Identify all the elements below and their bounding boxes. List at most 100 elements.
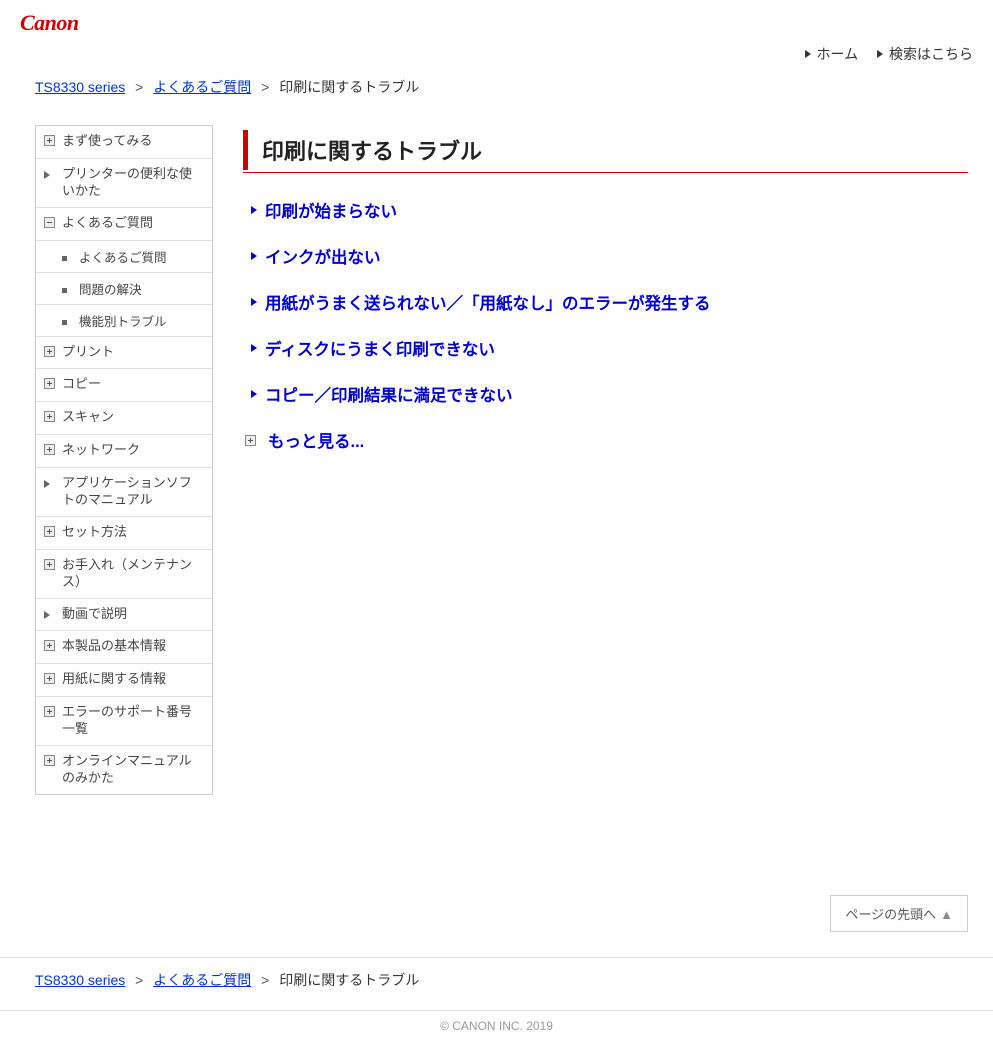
home-link-label: ホーム — [817, 46, 859, 62]
topic-link[interactable]: インクが出ない — [251, 244, 968, 268]
topic-list: 印刷が始まらないインクが出ない用紙がうまく送られない／「用紙なし」のエラーが発生… — [243, 198, 968, 406]
plus-icon — [245, 435, 256, 446]
sidebar-item[interactable]: エラーのサポート番号一覧 — [36, 697, 212, 746]
plus-icon — [44, 346, 55, 357]
topic-link[interactable]: 印刷が始まらない — [251, 198, 968, 222]
breadcrumb-bottom: TS8330 series > よくあるご質問 > 印刷に関するトラブル — [0, 957, 993, 998]
sidebar-item-icon — [44, 410, 58, 427]
sidebar-item-label: 本製品の基本情報 — [62, 638, 166, 655]
sidebar-item[interactable]: オンラインマニュアルのみかた — [36, 746, 212, 794]
plus-icon — [44, 411, 55, 422]
sidebar-item-label: オンラインマニュアルのみかた — [62, 753, 204, 787]
plus-icon — [44, 706, 55, 717]
breadcrumb-series-link[interactable]: TS8330 series — [35, 972, 125, 988]
breadcrumb-faq-link[interactable]: よくあるご質問 — [153, 79, 251, 95]
footer: © CANON INC. 2019 — [0, 1010, 993, 1041]
footer-text: © CANON INC. 2019 — [440, 1019, 553, 1033]
home-link[interactable]: ホーム — [805, 46, 862, 62]
sidebar-item-label: 動画で説明 — [62, 606, 127, 623]
title-underline — [243, 172, 968, 173]
sidebar-subitem[interactable]: よくあるご質問 — [36, 241, 212, 273]
sidebar-item[interactable]: 本製品の基本情報 — [36, 631, 212, 664]
sidebar-item[interactable]: お手入れ（メンテナンス） — [36, 550, 212, 599]
brand-logo: Canon — [20, 10, 973, 36]
arrow-right-icon — [251, 344, 257, 352]
sidebar-item-label: ネットワーク — [62, 442, 140, 459]
arrow-right-icon — [251, 390, 257, 398]
sidebar-item-label: アプリケーションソフトのマニュアル — [62, 475, 204, 509]
sidebar-item[interactable]: スキャン — [36, 402, 212, 435]
sidebar-item-label: プリント — [62, 344, 114, 361]
sidebar-item-icon — [44, 607, 58, 624]
header: Canon ホーム 検索はこちら — [0, 0, 993, 69]
sidebar-item-label: セット方法 — [62, 524, 127, 541]
topic-link-label: インクが出ない — [265, 244, 381, 268]
sidebar-item[interactable]: アプリケーションソフトのマニュアル — [36, 468, 212, 517]
arrow-right-icon — [251, 206, 257, 214]
sidebar-item-icon — [44, 377, 58, 394]
sidebar-subitem[interactable]: 問題の解決 — [36, 273, 212, 305]
breadcrumb-sep: > — [135, 972, 143, 988]
sidebar-item-icon — [44, 705, 58, 722]
breadcrumb-top: TS8330 series > よくあるご質問 > 印刷に関するトラブル — [0, 69, 993, 105]
sidebar-subitem-icon — [62, 282, 74, 296]
plus-icon — [44, 673, 55, 684]
sidebar-item[interactable]: 動画で説明 — [36, 599, 212, 632]
breadcrumb-series-link[interactable]: TS8330 series — [35, 79, 125, 95]
search-link-label: 検索はこちら — [889, 46, 973, 62]
sidebar-item[interactable]: プリンターの便利な使いかた — [36, 159, 212, 208]
sidebar-item[interactable]: ネットワーク — [36, 435, 212, 468]
sidebar-item[interactable]: コピー — [36, 369, 212, 402]
topic-link-label: 用紙がうまく送られない／「用紙なし」のエラーが発生する — [265, 290, 711, 314]
sidebar-item-icon — [44, 639, 58, 656]
sidebar-subitem-label: 問題の解決 — [79, 279, 142, 298]
bullet-icon — [62, 288, 67, 293]
sidebar-item[interactable]: よくあるご質問 — [36, 208, 212, 241]
to-top-wrap: ページの先頭へ▲ — [0, 895, 993, 932]
to-top-button[interactable]: ページの先頭へ▲ — [830, 895, 968, 932]
sidebar-item-icon — [44, 443, 58, 460]
sidebar-item-label: 用紙に関する情報 — [62, 671, 166, 688]
main-content: 印刷に関するトラブル 印刷が始まらないインクが出ない用紙がうまく送られない／「用… — [243, 125, 968, 474]
search-link[interactable]: 検索はこちら — [877, 46, 973, 62]
topic-link-label: ディスクにうまく印刷できない — [265, 336, 495, 360]
breadcrumb-sep: > — [261, 972, 269, 988]
arrow-right-icon — [805, 50, 811, 58]
topic-link-label: 印刷が始まらない — [265, 198, 397, 222]
sidebar-item[interactable]: プリント — [36, 337, 212, 370]
sidebar-item-icon — [44, 558, 58, 575]
arrow-right-icon — [44, 171, 50, 179]
sidebar-item[interactable]: 用紙に関する情報 — [36, 664, 212, 697]
sidebar-item-icon — [44, 525, 58, 542]
sidebar-item-label: まず使ってみる — [62, 133, 152, 150]
sidebar-item[interactable]: セット方法 — [36, 517, 212, 550]
sidebar-item-icon — [44, 672, 58, 689]
sidebar-item-label: お手入れ（メンテナンス） — [62, 557, 204, 591]
sidebar-item-icon — [44, 754, 58, 771]
sidebar-item-icon — [44, 476, 58, 493]
bullet-icon — [62, 320, 67, 325]
to-top-label: ページの先頭へ — [845, 907, 936, 922]
sidebar-item-label: スキャン — [62, 409, 114, 426]
more-link[interactable]: もっと見る... — [245, 428, 968, 452]
sidebar-item-label: よくあるご質問 — [62, 215, 153, 232]
breadcrumb-faq-link[interactable]: よくあるご質問 — [153, 972, 251, 988]
plus-icon — [44, 444, 55, 455]
topic-link[interactable]: 用紙がうまく送られない／「用紙なし」のエラーが発生する — [251, 290, 968, 314]
sidebar-item[interactable]: まず使ってみる — [36, 126, 212, 159]
sidebar-subitem-icon — [62, 314, 74, 328]
plus-icon — [44, 135, 55, 146]
topic-link[interactable]: ディスクにうまく印刷できない — [251, 336, 968, 360]
sidebar-subitem-icon — [62, 250, 74, 264]
topic-link[interactable]: コピー／印刷結果に満足できない — [251, 382, 968, 406]
breadcrumb-sep: > — [261, 79, 269, 95]
arrow-right-icon — [44, 611, 50, 619]
plus-icon — [44, 755, 55, 766]
sidebar-subitem[interactable]: 機能別トラブル — [36, 305, 212, 337]
arrow-right-icon — [251, 252, 257, 260]
sidebar-item-label: コピー — [62, 376, 101, 393]
sidebar-item-icon — [44, 134, 58, 151]
plus-icon — [44, 640, 55, 651]
plus-icon — [44, 378, 55, 389]
more-link-label: もっと見る... — [268, 428, 364, 452]
